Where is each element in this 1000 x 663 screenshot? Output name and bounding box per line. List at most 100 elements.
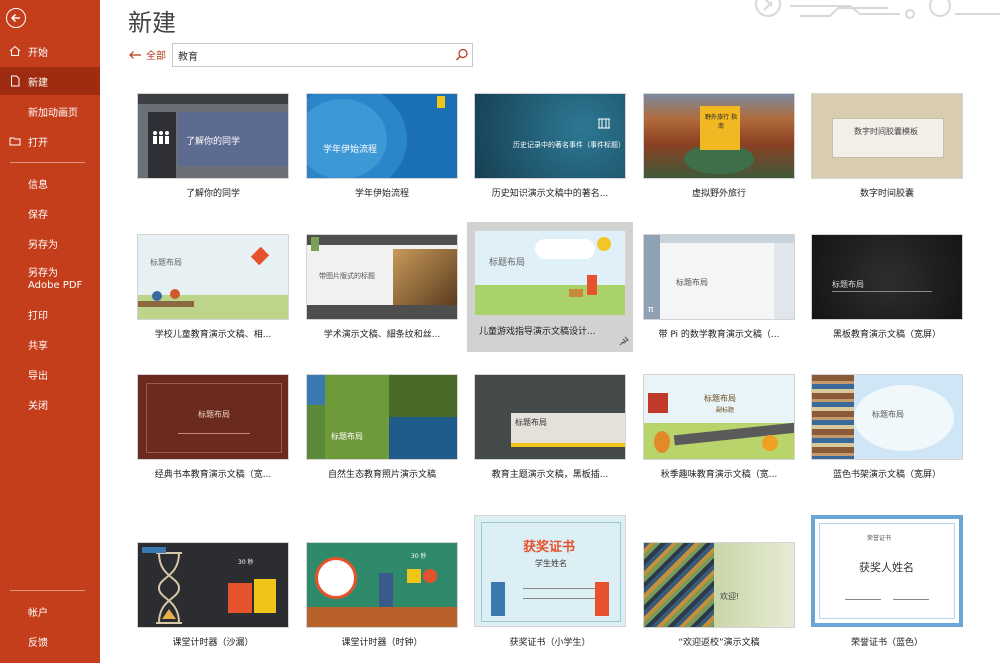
thumb-subtitle: 30 秒	[411, 553, 427, 560]
sidebar-item-label: 保存	[28, 209, 48, 221]
sidebar-item-open[interactable]: 打开	[0, 127, 100, 155]
template-label: 蓝色书架演示文稿（宽屏）	[832, 470, 941, 480]
template-tile[interactable]: 了解你的同学 了解你的同学	[137, 93, 289, 207]
template-tile[interactable]: 标题布局 蓝色书架演示文稿（宽屏）	[811, 374, 963, 488]
template-thumbnail: 历史记录中的著名事件（事件标题）	[474, 93, 626, 179]
template-label: 学术演示文稿、細条纹和丝...	[323, 330, 441, 340]
sidebar-item-feedback[interactable]: 反馈	[0, 627, 100, 655]
sidebar-item-label: 另存为	[28, 239, 58, 251]
thumb-title: 学年伊始流程	[323, 145, 378, 155]
thumb-title: 标题布局	[515, 418, 547, 427]
sidebar-item-export[interactable]: 导出	[0, 360, 100, 388]
template-label: 虚拟野外旅行	[691, 189, 746, 199]
template-label: 课堂计时器（时钟）	[341, 638, 423, 648]
sidebar-item-label: 导出	[28, 370, 48, 382]
template-label: 历史知识演示文稿中的著名...	[491, 189, 609, 199]
thumb-title: 标题布局	[198, 410, 230, 419]
hourglass-icon	[156, 552, 182, 624]
template-tile[interactable]: 历史记录中的著名事件（事件标题） 历史知识演示文稿中的著名...	[474, 93, 626, 207]
template-thumbnail: 了解你的同学	[137, 93, 289, 179]
thumb-subtitle: 30 秒	[238, 559, 254, 566]
thumb-title: 获奖证书	[523, 540, 576, 555]
template-thumbnail: 带图片版式的标题	[306, 234, 458, 320]
template-thumbnail: 标题布局	[811, 234, 963, 320]
arrow-left-icon	[129, 50, 141, 59]
thumb-subtitle: 副标题	[716, 407, 735, 414]
template-tile[interactable]: 野外旅行 指南 虚拟野外旅行	[643, 93, 795, 207]
template-tile[interactable]: 标题布局 教育主题演示文稿，黑板插...	[474, 374, 626, 488]
template-tile[interactable]: 30 秒 课堂计时器（时钟）	[306, 542, 458, 656]
template-label: 学年伊始流程	[354, 189, 409, 199]
column-icon	[598, 118, 610, 129]
template-thumbnail: 标题布局	[137, 234, 289, 320]
template-label: 带 Pi 的数学教育演示文稿（...	[658, 330, 780, 340]
template-tile-selected[interactable]: 标题布局 儿童游戏指导演示文稿设计...	[467, 222, 633, 352]
template-thumbnail: 标题布局 副标题	[643, 374, 795, 460]
template-label: 获奖证书（小学生）	[509, 638, 591, 648]
template-tile[interactable]: 30 秒 课堂计时器（沙漏）	[137, 542, 289, 656]
template-thumbnail: 获奖证书 学生姓名	[474, 515, 626, 627]
circuit-decoration	[755, 0, 1000, 19]
page-title: 新建	[128, 9, 176, 37]
template-tile[interactable]: 标题布局 副标题 秋季趣味教育演示文稿（宽...	[643, 374, 795, 488]
template-tile[interactable]: 荣誉证书 获奖人姓名 荣誉证书（蓝色）	[811, 515, 963, 648]
back-arrow-icon[interactable]	[6, 8, 26, 28]
thumb-title: 标题布局	[704, 394, 736, 403]
thumb-title: 野外旅行 指南	[705, 114, 737, 130]
sidebar-item-save[interactable]: 保存	[0, 199, 100, 227]
thumb-subtitle: 荣誉证书	[867, 535, 892, 542]
sidebar-item-save-as[interactable]: 另存为	[0, 229, 100, 257]
thumb-title: 历史记录中的著名事件（事件标题）	[513, 141, 625, 149]
template-tile[interactable]: 标题布局 黑板教育演示文稿（宽屏）	[811, 234, 963, 348]
template-thumbnail: 欢迎!	[643, 542, 795, 628]
sidebar: 开始 新建 新加动画页 打开 信息 保存 另存为 另存为 Adobe PDF 打…	[0, 0, 100, 663]
folder-icon	[9, 137, 21, 146]
sidebar-item-save-as-pdf[interactable]: 另存为 Adobe PDF	[0, 266, 100, 298]
sidebar-item-new-animation[interactable]: 新加动画页	[0, 97, 100, 125]
thumb-subtitle: 学生姓名	[535, 559, 567, 568]
sidebar-item-print[interactable]: 打印	[0, 300, 100, 328]
sidebar-item-label: 帐户	[28, 607, 48, 619]
thumb-title: 带图片版式的标题	[319, 272, 375, 280]
people-icon	[153, 131, 169, 144]
sidebar-item-label: 新加动画页	[28, 107, 78, 119]
template-tile[interactable]: 欢迎! “欢迎返校”演示文稿	[643, 542, 795, 656]
template-tile[interactable]: 标题布局 学校儿童教育演示文稿、相...	[137, 234, 289, 348]
template-label: 课堂计时器（沙漏）	[172, 638, 254, 648]
template-thumbnail: 标题布局	[474, 374, 626, 460]
sidebar-item-share[interactable]: 共享	[0, 330, 100, 358]
thumb-title: 欢迎!	[720, 592, 740, 601]
template-tile[interactable]: 获奖证书 学生姓名 获奖证书（小学生）	[474, 515, 626, 648]
sidebar-item-home[interactable]: 开始	[0, 37, 100, 65]
template-tile[interactable]: 数字时间胶囊模板 数字时间胶囊	[811, 93, 963, 207]
new-document-icon	[11, 75, 20, 87]
template-tile[interactable]: 标题布局 经典书本教育演示文稿（宽...	[137, 374, 289, 488]
pin-icon[interactable]	[619, 336, 629, 346]
sidebar-item-label: 另存为 Adobe PDF	[28, 268, 83, 291]
sidebar-item-new[interactable]: 新建	[0, 67, 100, 95]
template-thumbnail: 标题布局	[137, 374, 289, 460]
sidebar-item-info[interactable]: 信息	[0, 169, 100, 197]
template-thumbnail: 荣誉证书 获奖人姓名	[811, 515, 963, 627]
back-link-label: 全部	[146, 51, 166, 62]
template-thumbnail: 30 秒	[306, 542, 458, 628]
template-tile[interactable]: 标题布局 自然生态教育照片演示文稿	[306, 374, 458, 488]
sidebar-item-label: 打印	[28, 310, 48, 322]
sidebar-item-close[interactable]: 关闭	[0, 390, 100, 418]
template-thumbnail: 数字时间胶囊模板	[811, 93, 963, 179]
sidebar-item-label: 新建	[28, 77, 48, 89]
search-icon[interactable]	[455, 48, 469, 62]
sidebar-item-account[interactable]: 帐户	[0, 597, 100, 625]
template-tile[interactable]: 学年伊始流程 学年伊始流程	[306, 93, 458, 207]
sidebar-item-label: 共享	[28, 340, 48, 352]
search-input[interactable]	[172, 43, 473, 67]
thumb-title: 标题布局	[489, 258, 526, 268]
template-tile[interactable]: π 标题布局 带 Pi 的数学教育演示文稿（...	[643, 234, 795, 348]
template-thumbnail: 标题布局	[474, 230, 626, 316]
back-to-all-link[interactable]: 全部	[128, 47, 166, 62]
template-label: 荣誉证书（蓝色）	[850, 638, 923, 648]
thumb-title: 数字时间胶囊模板	[854, 127, 918, 136]
thumb-title: 标题布局	[676, 278, 708, 287]
template-tile[interactable]: 带图片版式的标题 学术演示文稿、細条纹和丝...	[306, 234, 458, 348]
template-label: 数字时间胶囊	[859, 189, 914, 199]
